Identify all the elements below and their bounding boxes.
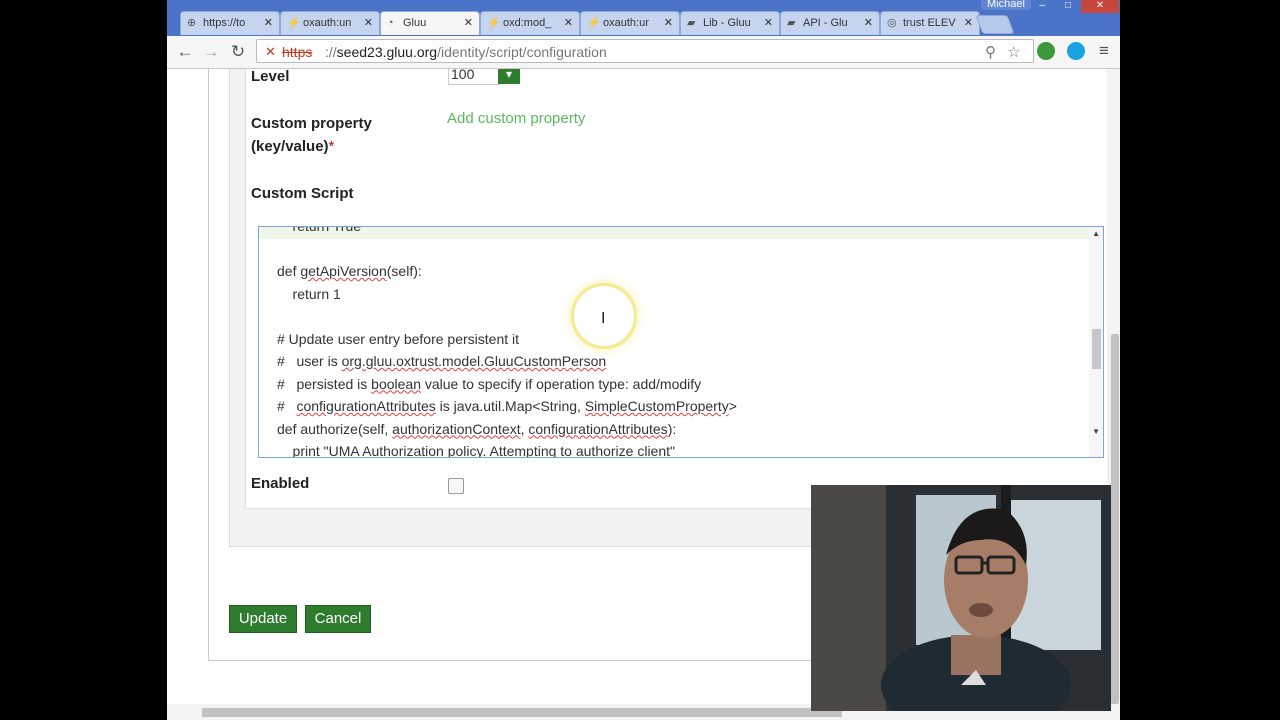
tab-close-icon[interactable]: ✕	[564, 12, 573, 34]
browser-tab[interactable]: ◎ trust ELEV ✕	[880, 11, 980, 35]
tab-label: oxd:mod_	[503, 17, 552, 29]
webcam-video	[811, 485, 1111, 711]
tab-label: Lib - Gluu	[703, 17, 751, 29]
textarea-scrollbar[interactable]: ▲ ▼	[1089, 227, 1103, 457]
page-vertical-scrollbar[interactable]	[1110, 69, 1120, 704]
book-icon: ▰	[787, 17, 796, 29]
code-line: # Update user entry before persistent it	[277, 330, 520, 347]
skype-extension-icon[interactable]	[1067, 42, 1085, 60]
tab-close-icon[interactable]: ✕	[464, 12, 473, 34]
code-token: org.gluu.oxtrust.model.GluuCustomPerson	[341, 353, 607, 369]
tab-label: Gluu	[403, 17, 427, 29]
tab-label: https://to	[203, 17, 246, 29]
menu-icon[interactable]: ≡	[1099, 41, 1109, 61]
browser-tab[interactable]: ▰ API - Glu ✕	[780, 11, 880, 35]
code-token: authorizationContext	[392, 420, 521, 437]
tab-label: oxauth:ur	[603, 17, 649, 29]
git-icon: ⚡	[487, 17, 501, 29]
cancel-button[interactable]: Cancel	[305, 605, 371, 633]
webcam-overlay	[811, 485, 1111, 711]
text-cursor-icon: I	[601, 310, 606, 327]
globe-icon: ◎	[887, 17, 897, 29]
code-line: #	[277, 398, 297, 414]
git-icon: ⚡	[587, 17, 601, 29]
back-icon[interactable]: ←	[174, 41, 196, 63]
book-icon: ▰	[687, 17, 696, 29]
zoom-icon[interactable]: ⚲	[985, 43, 996, 61]
globe-doc-icon: ⊕	[187, 17, 197, 29]
code-token: SimpleCustomProperty	[584, 398, 729, 414]
code-token: is java.util.Map<String,	[435, 398, 585, 414]
code-line: def authorize(self,	[277, 420, 393, 437]
code-token: value to specify if operation type: add/…	[420, 375, 702, 392]
code-line: # user is	[277, 353, 342, 369]
scroll-up-icon[interactable]: ▲	[1092, 229, 1100, 238]
code-token: ):	[667, 420, 677, 437]
update-button[interactable]: Update	[229, 605, 297, 633]
gluu-page-icon: ◔	[387, 17, 394, 29]
enabled-checkbox[interactable]	[448, 478, 464, 494]
browser-tab[interactable]: ⚡ oxauth:ur ✕	[580, 11, 680, 35]
custom-property-label-line2: (key/value)	[251, 138, 329, 155]
reload-icon[interactable]: ↻	[227, 41, 249, 63]
code-token: (self):	[386, 263, 422, 279]
textarea-scroll-thumb[interactable]	[1092, 329, 1101, 369]
tab-strip: Michael – □ ✕ ⊕ https://to ✕ ⚡ oxauth:un…	[167, 0, 1120, 36]
enabled-label: Enabled	[251, 475, 310, 492]
close-window-icon[interactable]: ✕	[1081, 0, 1119, 13]
custom-property-label: Custom property (key/value)*	[251, 112, 372, 158]
code-line: # persisted is	[277, 375, 372, 392]
tab-close-icon[interactable]: ✕	[864, 12, 873, 34]
custom-property-label-line1: Custom property	[251, 115, 372, 132]
tab-close-icon[interactable]: ✕	[264, 12, 273, 34]
insecure-lock-icon[interactable]: ✕	[265, 44, 276, 60]
code-line: def	[277, 263, 301, 279]
tab-label: API - Glu	[803, 17, 848, 29]
tab-label: oxauth:un	[303, 17, 352, 29]
tab-close-icon[interactable]: ✕	[364, 12, 373, 34]
browser-tab[interactable]: ⚡ oxd:mod_ ✕	[480, 11, 580, 35]
git-icon: ⚡	[287, 17, 301, 29]
forward-icon[interactable]: →	[200, 41, 222, 63]
url-text: ://seed23.gluu.org/identity/script/confi…	[325, 44, 607, 60]
browser-tab[interactable]: ⊕ https://to ✕	[180, 11, 280, 35]
url-path: /identity/script/configuration	[437, 44, 607, 60]
maximize-icon[interactable]: □	[1055, 0, 1081, 13]
bookmark-star-icon[interactable]: ☆	[1007, 43, 1020, 61]
evernote-extension-icon[interactable]	[1037, 42, 1055, 60]
code-line: print "UMA Authorization policy. Attempt…	[277, 443, 675, 458]
page-hscroll-thumb[interactable]	[202, 708, 842, 717]
code-line: return True	[277, 226, 362, 234]
tab-close-icon[interactable]: ✕	[964, 12, 973, 34]
tab-close-icon[interactable]: ✕	[764, 12, 773, 34]
level-input[interactable]: 100	[448, 69, 500, 85]
add-custom-property-link[interactable]: Add custom property	[447, 110, 585, 127]
url-host: seed23.gluu.org	[336, 44, 438, 60]
code-token: configurationAttributes	[528, 420, 668, 437]
custom-script-textarea[interactable]: return True def getApiVersion(self): ret…	[258, 226, 1104, 458]
browser-tab-active[interactable]: ◔ Gluu ✕	[380, 11, 480, 35]
url-scheme: https	[282, 44, 313, 60]
tab-close-icon[interactable]: ✕	[664, 12, 673, 34]
new-tab-button[interactable]	[975, 15, 1015, 34]
code-token: boolean	[371, 375, 421, 392]
scroll-down-icon[interactable]: ▼	[1092, 427, 1100, 436]
code-token: getApiVersion	[300, 263, 387, 279]
tab-label: trust ELEV	[903, 17, 956, 29]
page-scroll-thumb[interactable]	[1111, 334, 1119, 704]
browser-toolbar: ← → ↻ ✕ https ://seed23.gluu.org/identit…	[167, 36, 1120, 69]
required-marker: *	[328, 138, 335, 155]
browser-tab[interactable]: ▰ Lib - Gluu ✕	[680, 11, 780, 35]
minimize-icon[interactable]: –	[1029, 0, 1055, 13]
browser-tab[interactable]: ⚡ oxauth:un ✕	[280, 11, 380, 35]
code-token: configurationAttributes	[296, 398, 436, 414]
script-code: return True def getApiVersion(self): ret…	[277, 226, 737, 458]
code-token: >	[728, 398, 737, 414]
code-line: return 1	[277, 285, 341, 302]
custom-script-label: Custom Script	[251, 185, 354, 202]
level-label: Level	[251, 69, 290, 85]
profile-name[interactable]: Michael	[981, 0, 1031, 10]
address-bar[interactable]: ✕ https ://seed23.gluu.org/identity/scri…	[256, 39, 1034, 63]
level-dropdown-button[interactable]: ▾	[498, 69, 520, 84]
